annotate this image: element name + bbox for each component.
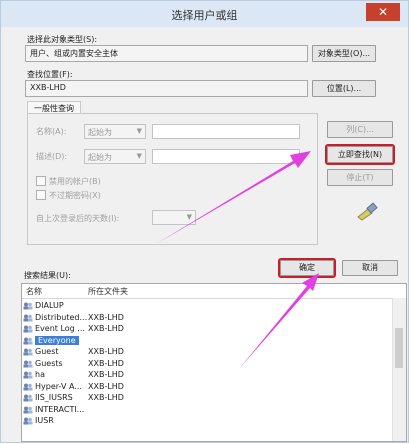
ok-button[interactable]: 确定: [278, 258, 336, 278]
disabled-accounts-checkbox[interactable]: [36, 176, 46, 186]
column-header-folder[interactable]: 所在文件夹: [88, 286, 128, 297]
user-group-icon: [23, 406, 33, 413]
user-group-icon: [23, 302, 33, 310]
user-group-icon: [23, 337, 33, 344]
table-row[interactable]: Guest XXB-LHD: [22, 346, 392, 358]
user-group-icon: [23, 348, 33, 356]
row-name: Guests: [35, 358, 63, 368]
row-name: Everyone: [35, 335, 79, 345]
table-row[interactable]: Hyper-V A... XXB-LHD: [22, 381, 392, 393]
table-row[interactable]: ha XXB-LHD: [22, 369, 392, 381]
chevron-down-icon: ▼: [186, 213, 192, 221]
name-input[interactable]: [152, 124, 300, 139]
search-results-label: 搜索结果(U):: [24, 271, 71, 280]
days-since-logon-label: 自上次登录后的天数(I):: [36, 214, 120, 223]
non-expiring-password-checkbox[interactable]: [36, 190, 46, 200]
description-label: 描述(D):: [36, 152, 68, 161]
row-folder: XXB-LHD: [88, 370, 124, 379]
user-group-icon: [23, 417, 33, 425]
find-now-button[interactable]: 立即查找(N): [325, 144, 395, 165]
table-row[interactable]: IUSR: [22, 415, 392, 427]
columns-button[interactable]: 列(C)...: [327, 121, 393, 138]
user-group-icon: [23, 314, 33, 321]
chevron-down-icon: ▼: [136, 152, 142, 160]
select-users-dialog: 选择用户或组 ✕ 选择此对象类型(S): 用户、组或内置安全主体 对象类型(O)…: [0, 0, 409, 443]
object-type-label: 选择此对象类型(S):: [27, 35, 98, 44]
general-queries-panel: 名称(A): 起始为 ▼ 描述(D): 起始为 ▼ 禁用的帐户(B) 不过期密码…: [27, 113, 318, 245]
table-row[interactable]: Everyone: [22, 335, 392, 347]
location-field: XXB-LHD: [25, 80, 308, 97]
non-expiring-password-label: 不过期密码(X): [49, 191, 101, 200]
table-row[interactable]: DIALUP: [22, 300, 392, 312]
row-folder: XXB-LHD: [88, 393, 124, 402]
name-match-select[interactable]: 起始为 ▼: [84, 124, 146, 139]
row-name: Distributed...: [35, 312, 88, 322]
user-group-icon: [23, 394, 33, 402]
user-group-icon: [23, 383, 33, 390]
table-row[interactable]: INTERACTI...: [22, 404, 392, 416]
name-match-value: 起始为: [88, 128, 112, 137]
table-row[interactable]: Guests XXB-LHD: [22, 358, 392, 370]
search-flashlight-icon: [357, 202, 378, 221]
row-name: INTERACTI...: [35, 404, 85, 414]
row-folder: XXB-LHD: [88, 358, 124, 368]
user-group-icon: [23, 360, 33, 367]
scrollbar-thumb[interactable]: [395, 328, 403, 368]
description-match-value: 起始为: [88, 153, 112, 162]
window-title: 选择用户或组: [171, 9, 238, 22]
search-results-list[interactable]: 名称 所在文件夹 DIALUP Distributed... XXB-LHD Even…: [21, 283, 407, 442]
description-match-select[interactable]: 起始为 ▼: [84, 149, 146, 164]
chevron-down-icon: ▼: [136, 127, 142, 135]
close-button[interactable]: ✕: [366, 3, 400, 21]
row-name: DIALUP: [35, 301, 64, 310]
row-name: ha: [35, 370, 45, 379]
location-label: 查找位置(F):: [27, 70, 73, 79]
row-folder: XXB-LHD: [88, 312, 124, 322]
row-folder: XXB-LHD: [88, 381, 124, 391]
row-name: IIS_IUSRS: [35, 393, 73, 402]
title-bar[interactable]: 选择用户或组 ✕: [1, 1, 408, 27]
table-row[interactable]: IIS_IUSRS XXB-LHD: [22, 392, 392, 404]
stop-button[interactable]: 停止(T): [327, 169, 393, 186]
table-row[interactable]: Distributed... XXB-LHD: [22, 312, 392, 324]
user-group-icon: [23, 325, 33, 333]
row-name: IUSR: [35, 416, 54, 425]
row-name: Hyper-V A...: [35, 381, 82, 391]
column-header-name[interactable]: 名称: [26, 286, 42, 297]
results-header: 名称 所在文件夹: [22, 284, 406, 299]
row-name: Guest: [35, 347, 59, 356]
locations-button[interactable]: 位置(L)...: [312, 80, 376, 97]
name-label: 名称(A):: [36, 127, 67, 136]
user-group-icon: [23, 371, 33, 379]
disabled-accounts-label: 禁用的帐户(B): [49, 177, 101, 186]
row-name: Event Log ...: [35, 324, 85, 333]
object-type-field: 用户、组或内置安全主体: [25, 45, 308, 62]
table-row[interactable]: Event Log ... XXB-LHD: [22, 323, 392, 335]
days-since-logon-select[interactable]: ▼: [152, 210, 196, 225]
row-folder: XXB-LHD: [88, 347, 124, 356]
row-folder: XXB-LHD: [88, 324, 124, 333]
object-types-button[interactable]: 对象类型(O)...: [312, 45, 376, 62]
cancel-button[interactable]: 取消: [342, 260, 398, 276]
vertical-scrollbar[interactable]: [392, 298, 406, 441]
description-input[interactable]: [152, 149, 300, 164]
